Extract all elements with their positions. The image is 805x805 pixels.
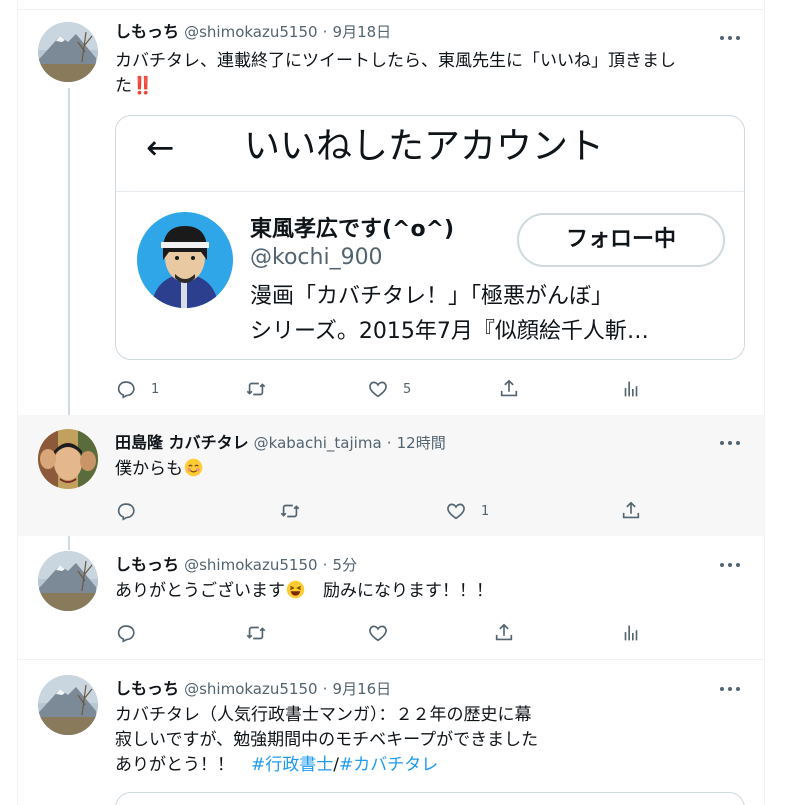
retweet-icon (246, 382, 266, 396)
like-count: 1 (481, 503, 490, 519)
action-bar: 1 (115, 499, 764, 523)
timestamp[interactable]: 9月18日 (333, 23, 392, 41)
smiling-face-emoji (184, 458, 203, 477)
tweet-2[interactable]: 田島隆 カバチタレ @kabachi_tajima · 12時間 僕からも 1 (18, 415, 764, 536)
more-options-icon[interactable] (720, 559, 742, 571)
avatar[interactable] (38, 22, 98, 82)
back-arrow-icon: ← (146, 128, 175, 168)
following-button: フォロー中 (517, 213, 725, 267)
share-icon (500, 379, 518, 397)
like-button[interactable]: 1 (445, 499, 489, 523)
card-display-name: 東風孝広です(^o^) (250, 217, 455, 242)
tweet-text-line: ありがとう！！ (115, 755, 251, 775)
separator-dot: · (322, 556, 328, 574)
reply-icon (117, 625, 135, 643)
hashtag-link[interactable]: #行政書士 (251, 755, 333, 775)
like-button[interactable] (367, 621, 389, 645)
card-bio-line: 漫画「カバチタレ！」「極悪がんぼ」 (250, 284, 614, 309)
separator-dot: · (386, 434, 392, 452)
like-button[interactable]: 5 (367, 377, 411, 401)
retweet-icon (280, 504, 300, 518)
reply-icon (117, 503, 135, 521)
tweet-text: 僕からも (115, 457, 204, 482)
reply-button[interactable] (115, 621, 137, 645)
analytics-icon (624, 381, 638, 397)
display-name[interactable]: しもっち (115, 555, 179, 574)
retweet-button[interactable] (245, 621, 267, 645)
tweet-text-line: 励みになります！！！ (306, 581, 493, 601)
tweet-text-line: カバチタレ、連載終了にツイートしたら、東風先生に「いいね」頂きまし (115, 51, 676, 71)
timestamp[interactable]: 5分 (333, 556, 358, 574)
user-handle[interactable]: @shimokazu5150 (184, 556, 317, 574)
timestamp[interactable]: 9月16日 (333, 680, 392, 698)
double-exclamation-emoji: ‼️ (132, 76, 154, 96)
embedded-card-partial[interactable] (115, 792, 745, 805)
reply-button[interactable] (115, 499, 137, 523)
retweet-button[interactable] (245, 377, 281, 401)
card-avatar (137, 212, 233, 308)
more-options-icon[interactable] (720, 683, 742, 695)
tweet-text-line: 僕からも (115, 459, 183, 479)
heart-icon (369, 381, 387, 398)
timestamp[interactable]: 12時間 (397, 434, 446, 452)
retweet-icon (246, 626, 266, 640)
like-count: 5 (403, 381, 412, 397)
analytics-icon (624, 625, 638, 641)
separator-dot: · (322, 680, 328, 698)
user-handle[interactable]: @shimokazu5150 (184, 23, 317, 41)
card-bio-line: シリーズ。2015年7月『似顔絵千人斬… (250, 319, 649, 344)
hashtag-link[interactable]: #カバチタレ (339, 755, 438, 775)
more-options-icon[interactable] (720, 32, 742, 44)
reply-icon (117, 381, 135, 399)
tweet-text-line: カバチタレ（人気行政書士マンガ）：２２年の歴史に幕 (115, 705, 532, 725)
avatar[interactable] (38, 675, 98, 735)
share-button[interactable] (620, 499, 642, 523)
grinning-squinting-emoji (286, 580, 305, 599)
card-bio: 漫画「カバチタレ！」「極悪がんぼ」 シリーズ。2015年7月『似顔絵千人斬… (250, 279, 720, 349)
action-bar: 1 5 (115, 377, 764, 401)
share-button[interactable] (498, 377, 520, 401)
separator-dot: · (322, 23, 328, 41)
heart-icon (447, 503, 465, 520)
user-handle[interactable]: @kabachi_tajima (254, 434, 382, 452)
card-title: いいねしたアカウント (244, 126, 605, 167)
retweet-button[interactable] (279, 499, 301, 523)
avatar[interactable] (38, 551, 98, 611)
analytics-button[interactable] (620, 621, 642, 645)
share-icon (622, 501, 640, 519)
tweet-1[interactable]: しもっち @shimokazu5150 · 9月18日 カバチタレ、連載終了にツ… (18, 10, 764, 415)
card-handle: @kochi_900 (250, 245, 383, 270)
user-handle[interactable]: @shimokazu5150 (184, 680, 317, 698)
tweet-text: カバチタレ（人気行政書士マンガ）：２２年の歴史に幕 寂しいですが、勉強期間中のモ… (115, 703, 715, 778)
display-name[interactable]: しもっち (115, 22, 179, 41)
reply-button[interactable]: 1 (115, 377, 159, 401)
tweet-header: しもっち @shimokazu5150 · 9月16日 (115, 678, 391, 700)
share-button[interactable] (493, 621, 515, 645)
card-header: ← いいねしたアカウント (116, 116, 744, 192)
share-icon (495, 623, 513, 641)
heart-icon (369, 625, 387, 642)
tweet-4[interactable]: しもっち @shimokazu5150 · 9月16日 カバチタレ（人気行政書士… (18, 660, 764, 805)
timeline: しもっち @shimokazu5150 · 9月18日 カバチタレ、連載終了にツ… (17, 0, 765, 805)
tweet-text: ありがとうございます 励みになります！！！ (115, 579, 493, 604)
action-bar (115, 621, 764, 645)
tweet-text-line: 寂しいですが、勉強期間中のモチベキープができました (115, 730, 539, 750)
display-name[interactable]: 田島隆 カバチタレ (115, 433, 249, 452)
tweet-header: 田島隆 カバチタレ @kabachi_tajima · 12時間 (115, 432, 446, 454)
display-name[interactable]: しもっち (115, 679, 179, 698)
more-options-icon[interactable] (720, 437, 742, 449)
analytics-button[interactable] (620, 377, 642, 401)
avatar[interactable] (38, 429, 98, 489)
tweet-text: カバチタレ、連載終了にツイートしたら、東風先生に「いいね」頂きまし た‼️ (115, 49, 755, 99)
tweet-header: しもっち @shimokazu5150 · 9月18日 (115, 21, 391, 43)
tweet-3[interactable]: しもっち @shimokazu5150 · 5分 ありがとうございます 励みにな… (18, 537, 764, 659)
tweet-text-line: た (115, 76, 132, 96)
embedded-image-card[interactable]: ← いいねしたアカウント 東風孝広です(^o^) @kochi_900 漫画「カ… (115, 115, 745, 360)
reply-count: 1 (151, 381, 160, 397)
tweet-header: しもっち @shimokazu5150 · 5分 (115, 554, 357, 576)
tweet-text-line: ありがとうございます (115, 581, 285, 601)
